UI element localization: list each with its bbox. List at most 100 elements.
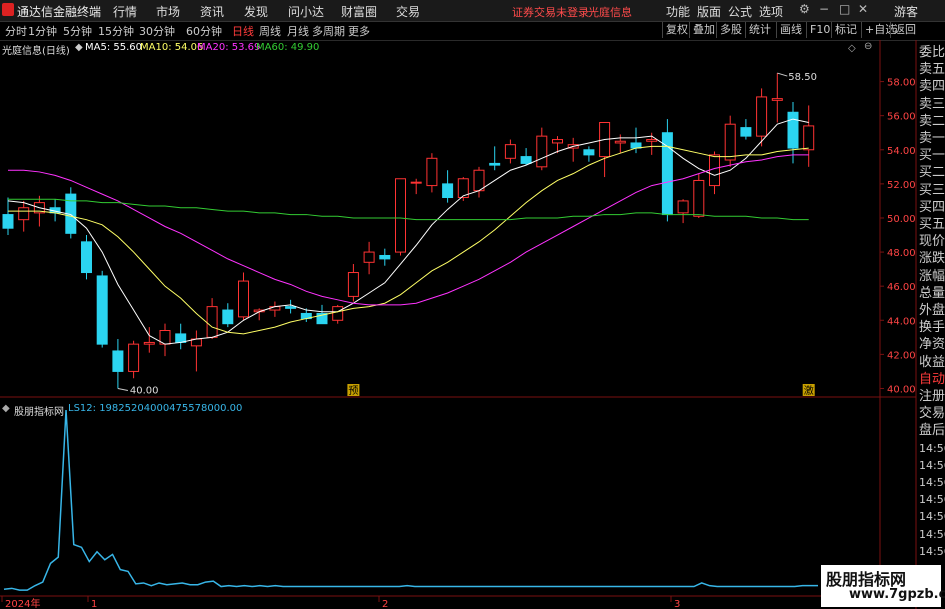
candle-15 [238,272,249,321]
price-tick-label-2: 44.00 [887,316,916,327]
candle-51 [803,105,815,167]
candle-body-41 [646,139,658,142]
sidebar-item-14[interactable]: 总量 [919,286,945,302]
sidebar-item-8[interactable]: 买三 [919,183,945,199]
time-label-3: 3 [674,599,680,609]
candle-12 [190,330,202,372]
candle-18 [285,299,297,314]
candle-body-45 [709,154,720,187]
candle-body-15 [238,280,249,318]
kline-chart[interactable]: 40.00 42.00 44.00 46.00 48.00 50.00 52.00 54.00… [0,0,945,609]
candle-body-11 [175,333,187,343]
sidebar-item-17[interactable]: 净资 [919,337,945,353]
sidebar-item-0[interactable]: 委比 [919,45,945,61]
sidebar-item-24[interactable]: 14:56 [919,458,945,474]
candle-5 [81,235,92,280]
watermark-url: www.7gpzb.com [849,587,945,602]
candle-14 [222,303,234,328]
sidebar-item-15[interactable]: 外盘 [919,303,945,319]
candle-body-50 [787,111,799,149]
candle-31 [489,146,501,171]
sidebar-item-2[interactable]: 卖四 [919,79,945,95]
candle-1 [18,200,30,232]
candle-0 [2,197,14,236]
sidebar-item-21[interactable]: 交易 [919,406,945,422]
candle-13 [206,298,218,340]
candle-37 [583,146,595,162]
candle-body-8 [128,343,140,372]
candle-body-39 [614,140,626,144]
candle-45 [709,151,720,195]
candle-body-48 [756,96,768,137]
candle-30 [473,166,485,198]
candle-9 [143,327,155,353]
sidebar-item-13[interactable]: 涨幅 [919,269,945,285]
sidebar-item-27[interactable]: 14:56 [919,509,945,525]
candle-body-21 [332,306,344,321]
candle-body-30 [473,169,485,192]
candle-body-27 [426,157,438,187]
sidebar-item-19[interactable]: 自动 [919,372,945,388]
sidebar-item-18[interactable]: 收益 [919,355,945,371]
sidebar-item-1[interactable]: 卖五 [919,62,945,78]
candle-body-18 [285,306,297,309]
candle-body-7 [112,350,124,372]
candle-26 [410,178,422,195]
candle-body-22 [347,272,359,297]
indicator-line [3,409,818,591]
candle-body-23 [363,251,375,263]
candle-body-13 [206,306,218,338]
candle-7 [112,339,124,389]
sidebar-item-11[interactable]: 现价 [919,234,945,250]
sidebar-item-25[interactable]: 14:56 [919,475,945,491]
candle-body-25 [395,178,406,253]
candle-8 [128,340,140,379]
sidebar-item-9[interactable]: 买四 [919,200,945,216]
candle-body-0 [2,214,14,229]
candle-body-34 [536,135,548,168]
candle-body-5 [81,241,92,274]
price-tick-label-0: 40.00 [887,384,916,395]
candle-36 [567,137,579,162]
candle-11 [175,323,187,350]
candle-body-26 [410,181,422,184]
candle-body-28 [442,183,454,199]
price-tick-label-7: 54.00 [887,146,916,157]
sidebar-item-12[interactable]: 涨跌 [919,251,945,267]
sidebar-item-7[interactable]: 买二 [919,165,945,181]
sidebar-item-29[interactable]: 14:56 [919,544,945,560]
candle-body-49 [771,98,783,101]
candle-body-42 [661,132,673,216]
candle-10 [159,323,171,357]
high-pointer [777,72,788,77]
sidebar-item-28[interactable]: 14:56 [919,527,945,543]
candle-23 [363,241,375,275]
event-marker-text-0: 预 [348,385,358,397]
sidebar-item-4[interactable]: 卖二 [919,114,945,130]
sidebar-item-6[interactable]: 买一 [919,148,945,164]
candle-body-47 [740,127,752,137]
sidebar-item-10[interactable]: 买五 [919,217,945,233]
sidebar-item-20[interactable]: 注册 [919,389,945,405]
sidebar-item-23[interactable]: 14:56 [919,441,945,457]
sidebar-item-22[interactable]: 盘后 [919,423,945,439]
price-tick-label-3: 46.00 [887,282,916,293]
time-label-0: 2024年 [5,597,40,609]
sidebar-item-16[interactable]: 换手 [919,320,945,336]
low-label: 40.00 [130,385,159,396]
sidebar-item-26[interactable]: 14:56 [919,492,945,508]
price-tick-label-5: 50.00 [887,214,916,225]
sidebar-item-5[interactable]: 卖一 [919,131,945,147]
candle-17 [269,301,281,317]
candle-25 [395,178,406,256]
candle-body-32 [504,144,516,159]
candle-body-51 [803,125,815,151]
sidebar-item-3[interactable]: 卖三 [919,97,945,113]
candle-6 [96,270,108,348]
candle-42 [661,119,673,222]
price-tick-label-1: 42.00 [887,350,916,361]
candle-46 [724,115,736,167]
candle-body-33 [520,156,532,164]
candle-body-1 [18,207,30,221]
candle-body-46 [724,123,736,161]
